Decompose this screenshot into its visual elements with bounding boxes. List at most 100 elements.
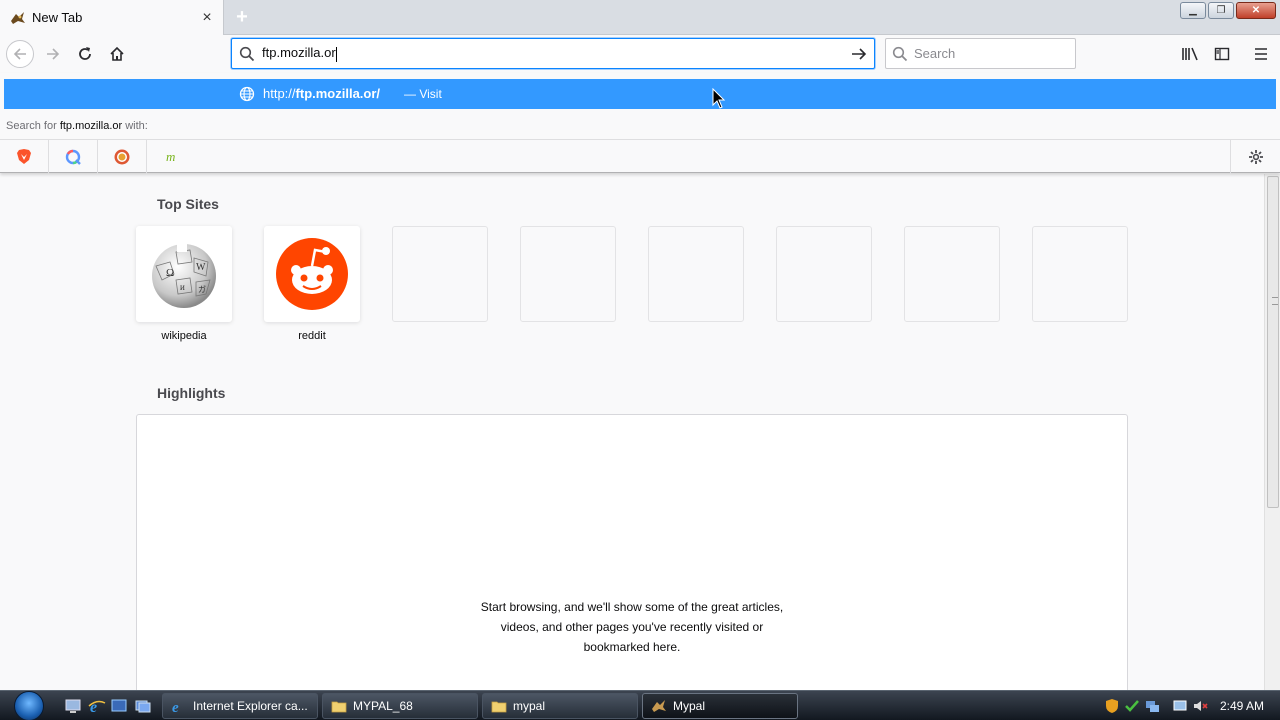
start-button[interactable] (8, 691, 50, 720)
text-caret (335, 46, 337, 62)
highlights-empty-state: Start browsing, and we'll show some of t… (136, 414, 1128, 690)
gear-icon (1248, 150, 1263, 164)
search-for-label: Search for ftp.mozilla.or with: (6, 120, 148, 132)
top-site-label: reddit (298, 330, 326, 342)
taskbar-item-mypal-folder[interactable]: mypal (482, 693, 638, 719)
brave-icon (17, 149, 31, 164)
search-for-suffix: with: (122, 120, 148, 132)
engine-mojeek[interactable]: m (147, 140, 196, 174)
top-site-empty[interactable] (520, 226, 616, 322)
url-suggestion-row[interactable]: http://ftp.mozilla.or/ — Visit (4, 79, 1276, 109)
search-for-prefix: Search for (6, 120, 60, 132)
reload-button[interactable] (71, 40, 99, 68)
top-site-empty[interactable] (776, 226, 872, 322)
minimize-button[interactable]: ▁ (1180, 2, 1206, 19)
switch-windows-icon[interactable] (134, 697, 152, 715)
library-button[interactable] (1176, 40, 1204, 68)
suggestion-url-prefix: http:// (263, 86, 296, 101)
svg-text:и: и (180, 282, 185, 292)
highlights-title: Highlights (157, 385, 226, 401)
top-site-placeholder[interactable] (776, 226, 872, 322)
home-button[interactable] (103, 40, 131, 68)
network-icon[interactable] (1144, 698, 1160, 714)
engine-qwant[interactable] (49, 139, 98, 174)
top-site-tile[interactable]: Ω W и ガ (136, 226, 232, 322)
checkmark-icon[interactable] (1124, 698, 1140, 714)
svg-text:ガ: ガ (198, 284, 206, 294)
svg-text:e: e (172, 700, 179, 714)
taskbar-item-mypal-68[interactable]: MYPAL_68 (322, 693, 478, 719)
top-site-placeholder[interactable] (392, 226, 488, 322)
engine-duckduckgo[interactable] (98, 139, 147, 174)
back-button[interactable] (6, 40, 34, 68)
duckduckgo-icon (114, 149, 130, 164)
top-site-tile[interactable] (264, 226, 360, 322)
scrollbar-grip (1272, 297, 1278, 305)
folder-icon (331, 701, 347, 713)
taskbar-item-label: Mypal (673, 699, 706, 713)
taskbar: e e Internet Explorer ca... MYPAL_68 myp… (0, 690, 1280, 720)
top-site-placeholder[interactable] (520, 226, 616, 322)
engine-brave[interactable] (0, 139, 49, 174)
highlights-message-line: videos, and other pages you've recently … (500, 620, 764, 634)
system-tray: 2:49 AM (1104, 691, 1280, 720)
tab-new-tab[interactable]: New Tab × (0, 0, 224, 35)
window-close-button[interactable]: ✕ (1236, 2, 1276, 19)
svg-text:m: m (166, 149, 175, 164)
top-site-reddit[interactable]: reddit (264, 226, 360, 342)
globe-icon (239, 86, 255, 102)
top-site-wikipedia[interactable]: Ω W и ガ wikipedia (136, 226, 232, 342)
taskbar-item-label: Internet Explorer ca... (193, 699, 308, 713)
tab-close-icon[interactable]: × (195, 6, 219, 30)
sidebar-icon (1214, 47, 1230, 61)
url-input[interactable]: ftp.mozilla.or (262, 45, 844, 62)
engine-settings-button[interactable] (1230, 140, 1280, 174)
hamburger-icon (1255, 48, 1267, 60)
url-bar[interactable]: ftp.mozilla.or (231, 38, 875, 69)
ie-icon[interactable]: e (88, 697, 106, 715)
new-tab-page: Top Sites Ω W и ガ wikipedia reddit Highl… (0, 174, 1264, 690)
qwant-icon (65, 149, 81, 165)
forward-button[interactable] (39, 40, 67, 68)
top-site-empty[interactable] (1032, 226, 1128, 322)
taskbar-clock[interactable]: 2:49 AM (1220, 699, 1264, 713)
top-site-empty[interactable] (392, 226, 488, 322)
top-site-placeholder[interactable] (904, 226, 1000, 322)
menu-button[interactable] (1247, 40, 1275, 68)
highlights-message: Start browsing, and we'll show some of t… (137, 597, 1127, 657)
taskbar-item-label: MYPAL_68 (353, 699, 413, 713)
nav-bar: ftp.mozilla.or Search (0, 35, 1280, 73)
highlights-message-line: bookmarked here. (583, 640, 681, 654)
taskbar-item-internet-explorer[interactable]: e Internet Explorer ca... (162, 693, 318, 719)
volume-muted-icon[interactable] (1192, 698, 1208, 714)
search-box[interactable]: Search (885, 38, 1076, 69)
top-site-placeholder[interactable] (1032, 226, 1128, 322)
scrollbar-thumb[interactable] (1267, 176, 1279, 508)
restore-button[interactable]: ❐ (1208, 2, 1234, 19)
mypal-icon (10, 10, 26, 26)
reload-icon (79, 47, 91, 60)
go-arrow-icon[interactable] (844, 46, 874, 62)
suggestion-action: — Visit (404, 87, 442, 101)
page-scrollbar[interactable] (1264, 174, 1280, 690)
top-site-placeholder[interactable] (648, 226, 744, 322)
computer-icon[interactable] (64, 697, 82, 715)
taskbar-item-mypal-browser[interactable]: Mypal (642, 693, 798, 719)
windows-orb-icon (14, 691, 44, 720)
taskbar-item-label: mypal (513, 699, 546, 713)
display-icon[interactable] (1172, 698, 1188, 714)
top-site-empty[interactable] (648, 226, 744, 322)
window-controls: ▁ ❐ ✕ (1180, 2, 1276, 19)
search-engines-bar: m (0, 139, 1280, 174)
tab-bar: New Tab × + ▁ ❐ ✕ (0, 0, 1280, 35)
show-desktop-icon[interactable] (110, 697, 128, 715)
top-site-label: wikipedia (161, 330, 207, 342)
sidebar-button[interactable] (1208, 40, 1236, 68)
search-icon (886, 46, 914, 62)
top-site-empty[interactable] (904, 226, 1000, 322)
url-input-text: ftp.mozilla.or (262, 45, 336, 61)
mypal-icon (652, 700, 666, 712)
url-dropdown: http://ftp.mozilla.or/ — Visit Search fo… (0, 73, 1280, 174)
security-shield-icon[interactable] (1104, 698, 1120, 714)
new-tab-button[interactable]: + (230, 5, 254, 29)
